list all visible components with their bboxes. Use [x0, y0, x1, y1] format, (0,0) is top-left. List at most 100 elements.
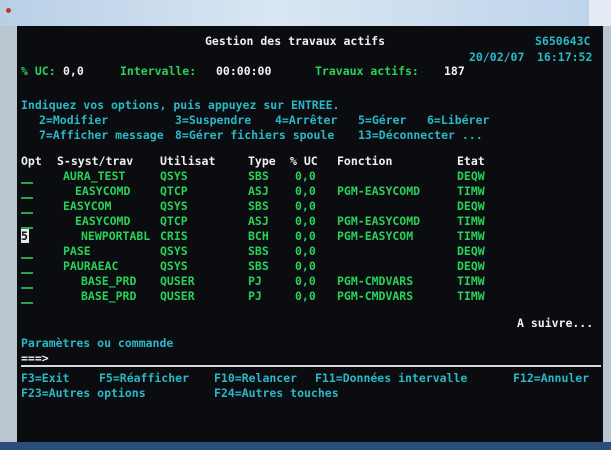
row-status: DEQW	[457, 199, 485, 213]
row-subsystem: AURA_TEST	[63, 169, 126, 183]
option-spool-files: 8=Gérer fichiers spoule	[175, 128, 335, 142]
jobs-label: Travaux actifs:	[315, 64, 419, 78]
command-input[interactable]	[63, 351, 593, 365]
title-bar-right-pane	[589, 0, 611, 26]
column-header-opt: Opt	[21, 154, 42, 168]
window-title-bar	[0, 0, 611, 26]
row-status: TIMW	[457, 274, 485, 288]
uc-value: 0,0	[63, 64, 84, 78]
row-type: PJ	[248, 274, 262, 288]
row-type: ASJ	[248, 184, 269, 198]
fkey-more-options[interactable]: F23=Autres options	[21, 386, 146, 400]
option-input[interactable]	[21, 272, 33, 274]
fkey-exit[interactable]: F3=Exit	[21, 371, 69, 385]
row-user: QTCP	[160, 214, 188, 228]
terminal-screen: Gestion des travaux actifs S650643C 20/0…	[17, 26, 603, 442]
fkey-cancel[interactable]: F12=Annuler	[513, 371, 589, 385]
row-type: ASJ	[248, 214, 269, 228]
row-user: QSYS	[160, 244, 188, 258]
column-header-type: Type	[248, 154, 276, 168]
current-date: 20/02/07	[469, 50, 525, 64]
row-subsystem: BASE_PRD	[81, 274, 137, 288]
row-function: PGM-EASYCOM	[337, 229, 414, 243]
command-underline	[21, 365, 601, 367]
row-uc: 0,0	[295, 214, 316, 228]
row-subsystem: EASYCOM	[63, 199, 112, 213]
row-type: PJ	[248, 289, 262, 303]
fkey-restart[interactable]: F10=Relancer	[214, 371, 297, 385]
window-indicator-icon	[6, 8, 11, 13]
fkey-refresh[interactable]: F5=Réafficher	[99, 371, 189, 385]
row-function: PGM-EASYCOMD	[337, 184, 421, 198]
row-uc: 0,0	[295, 244, 316, 258]
uc-label: % UC:	[21, 64, 56, 78]
option-input[interactable]	[21, 197, 33, 199]
row-status: TIMW	[457, 214, 485, 228]
row-uc: 0,0	[295, 199, 316, 213]
column-header-status: Etat	[457, 154, 485, 168]
command-prompt: ===>	[21, 351, 49, 365]
option-disconnect: 13=Déconnecter ...	[358, 128, 483, 142]
column-header-subsystem: S-syst/trav	[57, 154, 134, 168]
row-status: DEQW	[457, 169, 485, 183]
row-uc: 0,0	[295, 259, 316, 273]
row-status: DEQW	[457, 244, 485, 258]
row-subsystem: PAURAEAC	[63, 259, 119, 273]
option-input[interactable]	[21, 287, 33, 289]
column-header-function: Fonction	[337, 154, 393, 168]
option-input-value: 5	[21, 229, 28, 243]
jobs-value: 187	[444, 64, 465, 78]
row-type: BCH	[248, 229, 269, 243]
system-name: S650643C	[535, 34, 591, 48]
option-stop: 4=Arrêter	[275, 113, 338, 127]
row-user: QUSER	[160, 274, 195, 288]
row-subsystem: BASE_PRD	[81, 289, 137, 303]
row-status: TIMW	[457, 184, 485, 198]
option-modify: 2=Modifier	[39, 113, 109, 127]
row-user: QSYS	[160, 169, 188, 183]
row-type: SBS	[248, 244, 269, 258]
row-function: PGM-EASYCOMD	[337, 214, 421, 228]
more-indicator: A suivre...	[517, 316, 594, 330]
row-type: SBS	[248, 199, 269, 213]
row-user: QTCP	[160, 184, 188, 198]
row-subsystem: PASE	[63, 244, 91, 258]
page-title: Gestion des travaux actifs	[205, 34, 386, 48]
row-user: CRIS	[160, 229, 188, 243]
row-function: PGM-CMDVARS	[337, 274, 414, 288]
row-status: TIMW	[457, 289, 485, 303]
row-uc: 0,0	[295, 229, 316, 243]
option-input[interactable]	[21, 302, 33, 304]
row-type: SBS	[248, 169, 269, 183]
column-header-uc: % UC	[290, 154, 318, 168]
option-suspend: 3=Suspendre	[175, 113, 252, 127]
row-subsystem: NEWPORTABL	[81, 229, 151, 243]
interval-label: Intervalle:	[120, 64, 197, 78]
row-user: QSYS	[160, 259, 188, 273]
option-show-message: 7=Afficher message	[39, 128, 164, 142]
row-uc: 0,0	[295, 169, 316, 183]
option-release: 6=Libérer	[427, 113, 490, 127]
row-user: QSYS	[160, 199, 188, 213]
params-label: Paramètres ou commande	[21, 336, 174, 350]
row-uc: 0,0	[295, 289, 316, 303]
column-header-user: Utilisat	[160, 154, 216, 168]
row-subsystem: EASYCOMD	[75, 184, 131, 198]
row-uc: 0,0	[295, 184, 316, 198]
fkey-more-keys[interactable]: F24=Autres touches	[214, 386, 339, 400]
current-time: 16:17:52	[537, 50, 593, 64]
fkey-interval-data[interactable]: F11=Données intervalle	[315, 371, 467, 385]
instructions-text: Indiquez vos options, puis appuyez sur E…	[21, 98, 340, 112]
row-user: QUSER	[160, 289, 195, 303]
row-status: DEQW	[457, 259, 485, 273]
interval-value: 00:00:00	[216, 64, 272, 78]
option-manage: 5=Gérer	[358, 113, 407, 127]
row-status: TIMW	[457, 229, 485, 243]
option-input[interactable]	[21, 182, 33, 184]
option-input[interactable]	[21, 257, 33, 259]
option-input[interactable]	[21, 212, 33, 214]
row-subsystem: EASYCOMD	[75, 214, 131, 228]
row-function: PGM-CMDVARS	[337, 289, 414, 303]
row-uc: 0,0	[295, 274, 316, 288]
row-type: SBS	[248, 259, 269, 273]
